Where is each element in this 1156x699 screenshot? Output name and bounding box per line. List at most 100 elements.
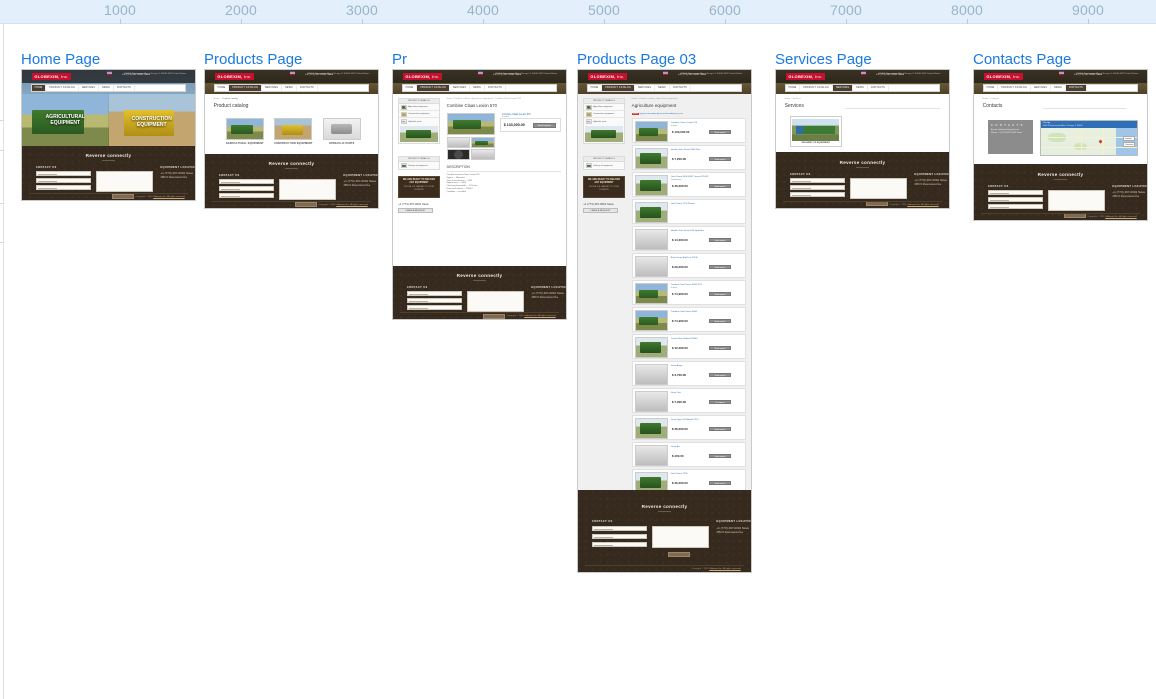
main-nav[interactable]: HOME PRODUCT CATALOG SERVICES NEWS CONTA… bbox=[784, 84, 941, 92]
nav-item-contacts[interactable]: CONTACTS bbox=[485, 85, 506, 91]
design-canvas[interactable]: Home Page GLOBEXIM, Inc. +1 (773) 467-00… bbox=[4, 24, 1156, 699]
footer-name-input[interactable] bbox=[406, 291, 463, 296]
footer-email-input[interactable] bbox=[591, 534, 648, 539]
footer-location-phone[interactable]: +1 (773) 467-0091 Sava bbox=[343, 179, 375, 183]
list-item[interactable]: Tractor New Holland T8040 $ 42,000.00 Se… bbox=[631, 334, 746, 359]
list-item-name[interactable]: Tractor New Holland T8040 bbox=[671, 338, 698, 340]
footer-email-input[interactable] bbox=[406, 298, 463, 303]
list-item-name[interactable]: John Deere 9300 4WD Tractor 325 HP bbox=[671, 176, 709, 178]
sidebar-item-construction[interactable]: Construction equipment bbox=[399, 111, 439, 118]
list-item-button[interactable]: Send request bbox=[708, 481, 732, 485]
list-item-thumb[interactable] bbox=[634, 202, 669, 223]
map-embed[interactable]: Chicago 4650 N Ravenswood Ave, Chicago, … bbox=[1039, 120, 1139, 156]
leave-request-button[interactable]: LEAVE A REQUEST bbox=[583, 208, 618, 213]
contact-panel-text[interactable]: E-mail: globexim@gmail.com Phone: +1 (77… bbox=[991, 129, 1030, 135]
sidebar-item-hydraulic[interactable]: Hydraulic parts bbox=[399, 118, 439, 125]
nav-item-services[interactable]: SERVICES bbox=[79, 85, 100, 91]
list-item-button[interactable]: Send request bbox=[708, 265, 732, 269]
list-item-name[interactable]: Header John Deere 635 Hydraflex bbox=[671, 230, 704, 232]
hero-caption-construction[interactable]: CONSTRUCTION EQUIPMENT bbox=[117, 116, 186, 128]
list-item-button[interactable]: Send request bbox=[708, 130, 732, 134]
breadcrumb[interactable]: Home › Product catalog bbox=[214, 98, 238, 100]
brand-logo[interactable]: GLOBEXIM, Inc. bbox=[215, 73, 254, 80]
list-item-button[interactable]: Send request bbox=[708, 319, 732, 323]
footer-phone-input[interactable] bbox=[789, 192, 846, 197]
product-thumb-3[interactable] bbox=[446, 149, 471, 160]
footer-phone-input[interactable] bbox=[35, 185, 92, 190]
sidebar-news[interactable]: PRODUCT CATALOG Delivery of equipment bbox=[583, 156, 625, 170]
nav-item-home[interactable]: HOME bbox=[786, 85, 801, 91]
list-item-button[interactable]: Send request bbox=[708, 157, 732, 161]
breadcrumb[interactable]: Home › Services bbox=[785, 98, 801, 100]
footer-email-input[interactable] bbox=[789, 185, 846, 190]
nav-item-contacts[interactable]: CONTACTS bbox=[1065, 85, 1087, 91]
footer-name-input[interactable] bbox=[789, 178, 846, 183]
footer-message-textarea[interactable] bbox=[467, 291, 525, 312]
product-thumb-4[interactable] bbox=[471, 149, 496, 160]
category-card-hydraulic[interactable]: HYDRAULIC PARTS bbox=[322, 118, 361, 145]
sort-option-price-asc[interactable]: by price ascending bbox=[640, 113, 657, 115]
footer-copyright-link[interactable]: Globexim Inc. All rights reserved bbox=[524, 315, 555, 317]
artboard-title-services[interactable]: Services Page bbox=[775, 52, 872, 67]
footer-email-input[interactable] bbox=[218, 186, 275, 191]
footer-location-phone[interactable]: +1 (773) 467-0091 Sava bbox=[160, 171, 192, 175]
brand-logo[interactable]: GLOBEXIM, Inc. bbox=[984, 73, 1023, 80]
footer-copyright-link[interactable]: Globexim Inc. All rights reserved bbox=[336, 204, 367, 206]
footer-email-input[interactable] bbox=[35, 178, 92, 183]
list-item-name[interactable]: Combine John Deere 9660 STS bbox=[671, 284, 702, 286]
list-item[interactable]: Header John Deere 630F Flex $ 7,200.00 S… bbox=[631, 145, 746, 170]
list-item-name[interactable]: Grain Auger bbox=[671, 365, 683, 367]
footer-phone-input[interactable] bbox=[406, 305, 463, 310]
list-item-button[interactable]: Send request bbox=[708, 238, 732, 242]
category-card-construction[interactable]: CONSTRUCTION EQUIPMENT bbox=[274, 118, 313, 145]
list-item-name[interactable]: John Deere 1780 bbox=[671, 473, 688, 475]
nav-item-news[interactable]: NEWS bbox=[282, 85, 297, 91]
sidebar-news-item[interactable]: Delivery of equipment bbox=[584, 162, 624, 169]
nav-item-services[interactable]: SERVICES bbox=[635, 85, 656, 91]
list-item-thumb[interactable] bbox=[634, 418, 669, 439]
category-thumb-agricultural[interactable] bbox=[225, 118, 264, 140]
sidebar-item-hydraulic[interactable]: Hydraulic parts bbox=[584, 118, 624, 125]
product-thumbnail-grid[interactable] bbox=[446, 137, 496, 160]
footer-message-textarea[interactable] bbox=[96, 171, 154, 192]
footer-name-input[interactable] bbox=[35, 171, 92, 176]
list-item-name[interactable]: Combine Claas Lexion 570 bbox=[671, 122, 697, 124]
artboard-title-home[interactable]: Home Page bbox=[21, 52, 100, 67]
nav-item-catalog[interactable]: PRODUCT CATALOG bbox=[998, 85, 1031, 91]
sidebar-catalog[interactable]: PRODUCT CATALOG Agriculture equipment Co… bbox=[583, 98, 625, 144]
nav-item-news[interactable]: NEWS bbox=[99, 85, 114, 91]
artboard-title-products03[interactable]: Products Page 03 bbox=[577, 52, 696, 67]
artboard-title-contacts[interactable]: Contacts Page bbox=[973, 52, 1071, 67]
promo-banner[interactable]: WE ARE READY TO DELIVER ANY EQUIPMENT ON… bbox=[583, 176, 625, 198]
footer-phone-input[interactable] bbox=[987, 204, 1044, 209]
nav-item-services[interactable]: SERVICES bbox=[1031, 85, 1052, 91]
footer-phone-input[interactable] bbox=[218, 193, 275, 198]
nav-item-contacts[interactable]: CONTACTS bbox=[297, 85, 318, 91]
list-item-thumb[interactable] bbox=[634, 310, 669, 331]
nav-item-catalog[interactable]: PRODUCT CATALOG bbox=[417, 85, 450, 91]
list-item-name[interactable]: Combine John Deere 9660 bbox=[671, 311, 697, 313]
footer-location-phone[interactable]: +1 (773) 467-0091 Sava bbox=[531, 291, 563, 295]
list-item-button[interactable]: Send request bbox=[708, 427, 732, 431]
main-nav[interactable]: HOME PRODUCT CATALOG SERVICES NEWS CONTA… bbox=[586, 84, 743, 92]
nav-item-home[interactable]: HOME bbox=[403, 85, 418, 91]
footer-copyright-link[interactable]: Globexim Inc. All rights reserved bbox=[709, 568, 740, 570]
product-main-image[interactable] bbox=[446, 113, 496, 135]
list-item[interactable]: Combine John Deere 9660 STS In stock $ 7… bbox=[631, 280, 746, 305]
list-item-thumb[interactable] bbox=[634, 445, 669, 466]
nav-item-services[interactable]: SERVICES bbox=[832, 85, 854, 91]
list-item-name[interactable]: Grain Cart bbox=[671, 392, 681, 394]
artboard-canvas-contacts[interactable]: GLOBEXIM, Inc. +1 (773) 467-0091 Sava 46… bbox=[973, 69, 1148, 221]
sidebar-news-item[interactable]: Delivery of equipment bbox=[399, 162, 439, 169]
footer-message-textarea[interactable] bbox=[279, 179, 337, 200]
leave-request-button[interactable]: LEAVE A REQUEST bbox=[398, 208, 433, 213]
category-card-agricultural[interactable]: AGRICULTURAL EQUIPMENT bbox=[225, 118, 264, 145]
list-item-button[interactable]: Send request bbox=[708, 292, 732, 296]
list-item-thumb[interactable] bbox=[634, 391, 669, 412]
main-nav[interactable]: HOME PRODUCT CATALOG SERVICES NEWS CONTA… bbox=[982, 84, 1139, 92]
nav-item-home[interactable]: HOME bbox=[215, 85, 230, 91]
list-item-button[interactable]: Send request bbox=[708, 346, 732, 350]
list-item-name[interactable]: Grain Bin bbox=[671, 446, 680, 448]
category-thumb-construction[interactable] bbox=[274, 118, 313, 140]
nav-item-news[interactable]: NEWS bbox=[853, 85, 868, 91]
